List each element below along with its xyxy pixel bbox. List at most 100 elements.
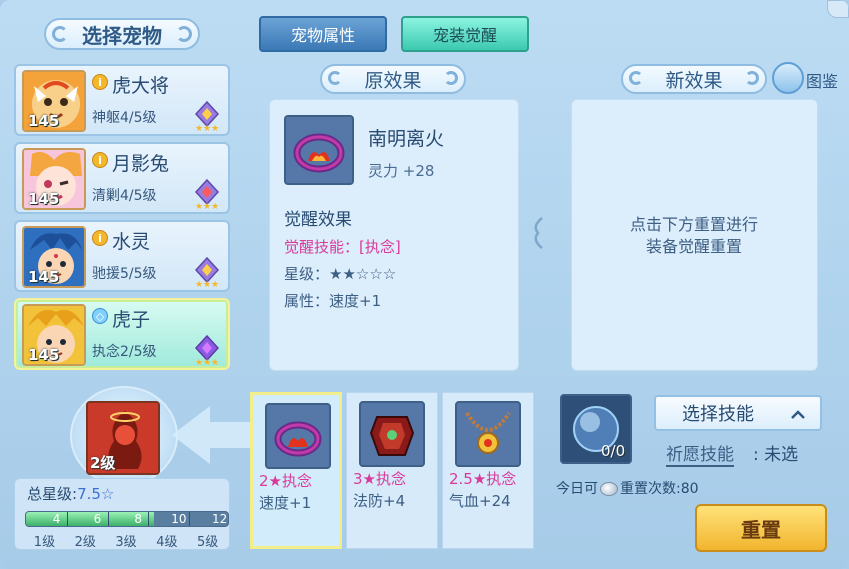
svg-text:★: ★: [195, 358, 203, 366]
progress-tick-label: 8: [134, 512, 143, 526]
equip-option-2[interactable]: 3★执念 法防+4: [346, 392, 438, 549]
new-effect-header: 新效果: [621, 64, 767, 94]
awaken-skill-value: [执念]: [359, 238, 401, 256]
option-skill: 3★执念: [353, 470, 406, 488]
total-star-value: 7.5☆: [77, 485, 115, 503]
pet-avatar: 145: [22, 304, 86, 366]
pointer-arrow-icon: [172, 406, 250, 464]
star-level-label: 1级: [33, 535, 56, 550]
equip-ring-icon: [284, 115, 354, 185]
option-skill: 2.5★执念: [449, 470, 517, 488]
pet-card-huzi[interactable]: 145 ◇ 虎子 执念2/5级 ★ ★ ★: [14, 298, 230, 370]
hint-line-1: 点击下方重置进行: [629, 215, 758, 234]
reset-count-line: 今日可 重置次数:80: [556, 478, 699, 498]
hint-line-2: 装备觉醒重置: [645, 237, 742, 256]
progress-segment-divider: [189, 512, 191, 526]
pet-card-hudajiang[interactable]: 145 i 虎大将 神躯4/5级 ★ ★ ★: [14, 64, 230, 136]
progress-tick-label: 4: [52, 512, 61, 526]
pet-name: 虎子: [112, 309, 151, 331]
awaken-screen: 选择宠物 145 i 虎大将 神躯4/5级 ★ ★ ★ 145 i 月影兔 清剿…: [0, 0, 849, 569]
swirl-left-icon: [328, 71, 342, 85]
reset-today-prefix: 今日可: [556, 481, 598, 497]
svg-text:★: ★: [203, 358, 211, 366]
rank-gem-icon: ★ ★ ★: [194, 100, 219, 132]
awaken-level-text: 2级: [90, 454, 116, 472]
info-badge-icon: i: [92, 152, 108, 168]
swirl-left-icon: [629, 71, 643, 85]
swirl-left-icon: [52, 26, 68, 42]
orb-count: 0/0: [601, 442, 626, 460]
svg-text:★: ★: [211, 202, 219, 210]
svg-text:★: ★: [195, 202, 203, 210]
equip-name: 南明离火: [368, 128, 445, 150]
select-pet-label: 选择宠物: [82, 23, 162, 48]
equip-option-3[interactable]: 2.5★执念 气血+24: [442, 392, 534, 549]
manual-book-icon[interactable]: [772, 62, 804, 94]
info-badge-icon: i: [92, 74, 108, 90]
chevron-up-icon: [791, 410, 805, 419]
pet-level: 145: [28, 190, 60, 208]
reset-button[interactable]: 重置: [695, 504, 827, 552]
svg-text:★: ★: [211, 124, 219, 132]
attribute-line: 属性：速度+1: [284, 290, 381, 311]
total-star-label: 总星级:: [27, 485, 78, 503]
stone-icon: [600, 482, 618, 496]
swirl-right-icon: [745, 71, 759, 85]
star-progress-bar: 4 6 8 10 12: [25, 511, 229, 527]
info-badge-icon: i: [92, 230, 108, 246]
rank-gem-icon: ★ ★ ★: [194, 334, 219, 366]
option-necklace-icon: [455, 401, 521, 467]
select-pet-title: 选择宠物: [44, 18, 200, 50]
tab-pet-attributes[interactable]: 宠物属性: [259, 16, 387, 52]
option-attr: 气血+24: [449, 492, 511, 510]
choose-skill-label: 选择技能: [682, 404, 754, 425]
pet-awaken-stat: 驰援5/5级: [92, 266, 157, 282]
wish-skill-link[interactable]: 祈愿技能: [666, 440, 734, 467]
reset-count-text: 重置次数:80: [620, 481, 699, 497]
equip-option-1[interactable]: 2★执念 速度+1: [250, 392, 342, 549]
svg-text:★: ★: [203, 202, 211, 210]
manual-label[interactable]: 图鉴: [806, 68, 838, 92]
rank-gem-icon: ★ ★ ★: [194, 178, 219, 210]
pet-level: 145: [28, 346, 60, 364]
equip-base-attr: 灵力 +28: [368, 162, 435, 180]
pet-avatar: 145: [22, 148, 86, 210]
rank-gem-icon: ★ ★ ★: [194, 256, 219, 288]
diamond-badge-icon: ◇: [92, 308, 108, 324]
star-value: ★★☆☆☆: [329, 265, 397, 283]
awaken-skill-line: 觉醒技能：[执念]: [284, 236, 401, 257]
progress-tick-label: 12: [212, 512, 228, 526]
total-star-panel: 总星级:7.5☆ 4 6 8 10 12 1级 2级 3级 4级 5级: [14, 478, 230, 550]
tab-equip-awaken[interactable]: 宠装觉醒: [401, 16, 529, 52]
awaken-effect-heading: 觉醒效果: [284, 210, 352, 230]
svg-text:★: ★: [203, 124, 211, 132]
pet-name: 月影兔: [112, 153, 170, 175]
swirl-right-icon: [176, 26, 192, 42]
pet-name: 水灵: [112, 231, 151, 253]
svg-text:★: ★: [195, 124, 203, 132]
pet-awaken-stat: 神躯4/5级: [92, 110, 157, 126]
option-skill: 2★执念: [259, 472, 312, 490]
divider-chevron-icon: [534, 217, 543, 249]
pet-level: 145: [28, 268, 60, 286]
total-star-title: 总星级:7.5☆: [27, 483, 114, 504]
awaken-skill-label: 觉醒技能：: [284, 238, 360, 256]
swirl-right-icon: [444, 71, 458, 85]
attribute-label: 属性：: [284, 292, 330, 310]
star-level-label: 2级: [74, 535, 96, 550]
new-effect-hint: 点击下方重置进行 装备觉醒重置: [572, 214, 816, 258]
pet-awaken-stat: 清剿4/5级: [92, 188, 157, 204]
svg-text:★: ★: [211, 280, 219, 288]
new-effect-title: 新效果: [665, 69, 723, 92]
attribute-value: 速度+1: [329, 292, 382, 310]
pet-awaken-stat: 执念2/5级: [92, 344, 157, 360]
option-attr: 速度+1: [259, 494, 312, 512]
close-corner-button[interactable]: [827, 0, 849, 18]
star-level-label: 3级: [115, 535, 137, 550]
pet-card-shuiling[interactable]: 145 i 水灵 驰援5/5级 ★ ★ ★: [14, 220, 230, 292]
pet-card-yueyingtu[interactable]: 145 i 月影兔 清剿4/5级 ★ ★ ★: [14, 142, 230, 214]
progress-segment-divider: [148, 512, 150, 526]
pet-level: 145: [28, 112, 60, 130]
pet-avatar: 145: [22, 226, 86, 288]
choose-skill-dropdown[interactable]: 选择技能: [654, 395, 822, 431]
